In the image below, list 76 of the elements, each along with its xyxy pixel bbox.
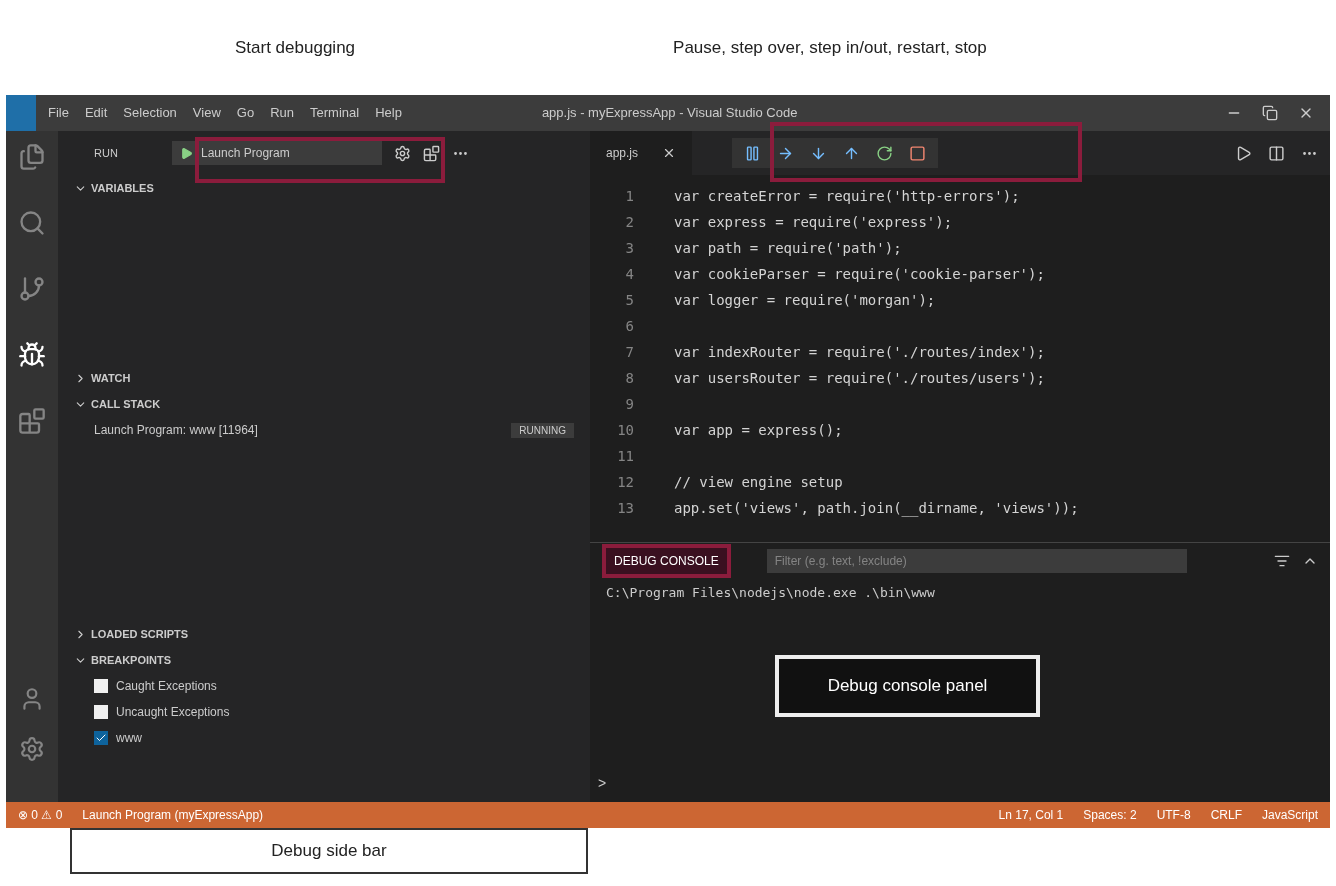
menu-item[interactable]: Terminal — [310, 103, 360, 123]
menu-item[interactable]: Selection — [123, 103, 177, 123]
menu-item[interactable]: View — [192, 103, 221, 123]
line-number: 10 — [616, 420, 635, 440]
code-line: var path = require('path'); — [673, 238, 902, 258]
search-icon[interactable] — [18, 209, 46, 237]
code-line: var logger = require('morgan'); — [673, 290, 936, 310]
annotation-label: Pause, step over, step in/out, restart, stop — [673, 36, 987, 59]
play-icon — [180, 146, 193, 160]
line-number: 8 — [624, 368, 635, 388]
line-number: 1 — [624, 186, 635, 206]
list-item[interactable]: www — [116, 729, 142, 747]
files-icon[interactable] — [18, 143, 46, 171]
status-badge: RUNNING — [511, 422, 574, 438]
status-item[interactable]: JavaScript — [1261, 806, 1318, 824]
code-line: app.set('views', path.join(__dirname, 'views')); — [673, 498, 1079, 519]
annotation-label: Start debugging — [235, 36, 356, 59]
status-item[interactable]: Spaces: 2 — [1083, 806, 1137, 824]
console-prompt[interactable]: > — [590, 773, 1330, 802]
restart-icon[interactable] — [876, 144, 894, 162]
settings-icon[interactable] — [394, 144, 411, 162]
code-line: var indexRouter = require('./routes/index'); — [673, 342, 1045, 362]
launch-config-dropdown[interactable]: Launch Program — [172, 141, 382, 165]
menu-item[interactable]: File — [48, 103, 69, 123]
checkbox[interactable] — [94, 679, 108, 693]
line-number: 7 — [624, 342, 635, 362]
section-header[interactable]: LOADED SCRIPTS — [58, 621, 590, 647]
checkbox[interactable] — [94, 705, 108, 719]
line-number: 2 — [624, 212, 635, 232]
checkbox[interactable] — [94, 731, 108, 745]
status-item[interactable]: ⊗ 0 ⚠ 0 — [18, 806, 63, 824]
line-number: 3 — [624, 238, 635, 258]
menu-item[interactable]: Go — [236, 103, 255, 123]
status-item[interactable]: Ln 17, Col 1 — [998, 806, 1064, 824]
line-number: 6 — [624, 316, 635, 336]
sidebar-title: RUN — [93, 145, 119, 161]
code-line: var express = require('express'); — [673, 212, 953, 232]
bug-icon[interactable] — [18, 341, 46, 369]
section-header[interactable]: VARIABLES — [58, 175, 590, 201]
window-title: app.js - myExpressApp - Visual Studio Code — [541, 104, 798, 123]
code-line: var usersRouter = require('./routes/users'); — [673, 368, 1045, 388]
editor-tab[interactable]: app.js — [590, 131, 693, 175]
branch-icon[interactable] — [18, 275, 46, 303]
menu-item[interactable]: Help — [375, 103, 402, 123]
console-output: C:\Program Files\nodejs\node.exe .\bin\www — [605, 584, 936, 602]
restore-icon[interactable] — [1262, 105, 1278, 121]
line-number: 13 — [616, 498, 635, 518]
blocks-icon[interactable] — [18, 407, 46, 435]
list-item[interactable]: Uncaught Exceptions — [116, 703, 230, 721]
status-item[interactable]: CRLF — [1210, 806, 1242, 824]
status-item[interactable]: UTF-8 — [1156, 806, 1191, 824]
status-item[interactable]: Launch Program (myExpressApp) — [82, 806, 264, 824]
run-icon[interactable] — [1235, 144, 1252, 162]
stop-icon[interactable] — [909, 144, 927, 162]
code-line: var app = express(); — [673, 420, 843, 440]
line-number: 12 — [616, 472, 635, 492]
line-number: 9 — [624, 394, 635, 414]
code-line: var createError = require('http-errors'); — [673, 186, 1020, 206]
split-editor-icon[interactable] — [1268, 144, 1285, 162]
menu-item[interactable]: Run — [270, 103, 294, 123]
section-header[interactable]: BREAKPOINTS — [58, 647, 590, 673]
annotation-box: Debug console panel — [775, 655, 1040, 717]
code-line: var cookieParser = require('cookie-parser'); — [673, 264, 1045, 284]
panel-tab[interactable]: DEBUG CONSOLE — [602, 544, 731, 578]
list-item[interactable]: Caught Exceptions — [116, 677, 217, 695]
section-header[interactable]: WATCH — [58, 365, 590, 391]
line-number: 5 — [624, 290, 635, 310]
filter-icon[interactable] — [1274, 553, 1290, 569]
filter-field[interactable]: Filter (e.g. text, !exclude) — [766, 549, 1187, 573]
code-line: // view engine setup — [673, 472, 843, 492]
line-number: 4 — [624, 264, 635, 284]
line-number: 11 — [616, 446, 635, 466]
menu-item[interactable]: Edit — [84, 103, 108, 123]
annotation-box: Debug side bar — [70, 828, 588, 874]
section-header[interactable]: CALL STACK — [58, 391, 590, 417]
list-item[interactable]: Launch Program: www [11964] — [94, 421, 258, 439]
